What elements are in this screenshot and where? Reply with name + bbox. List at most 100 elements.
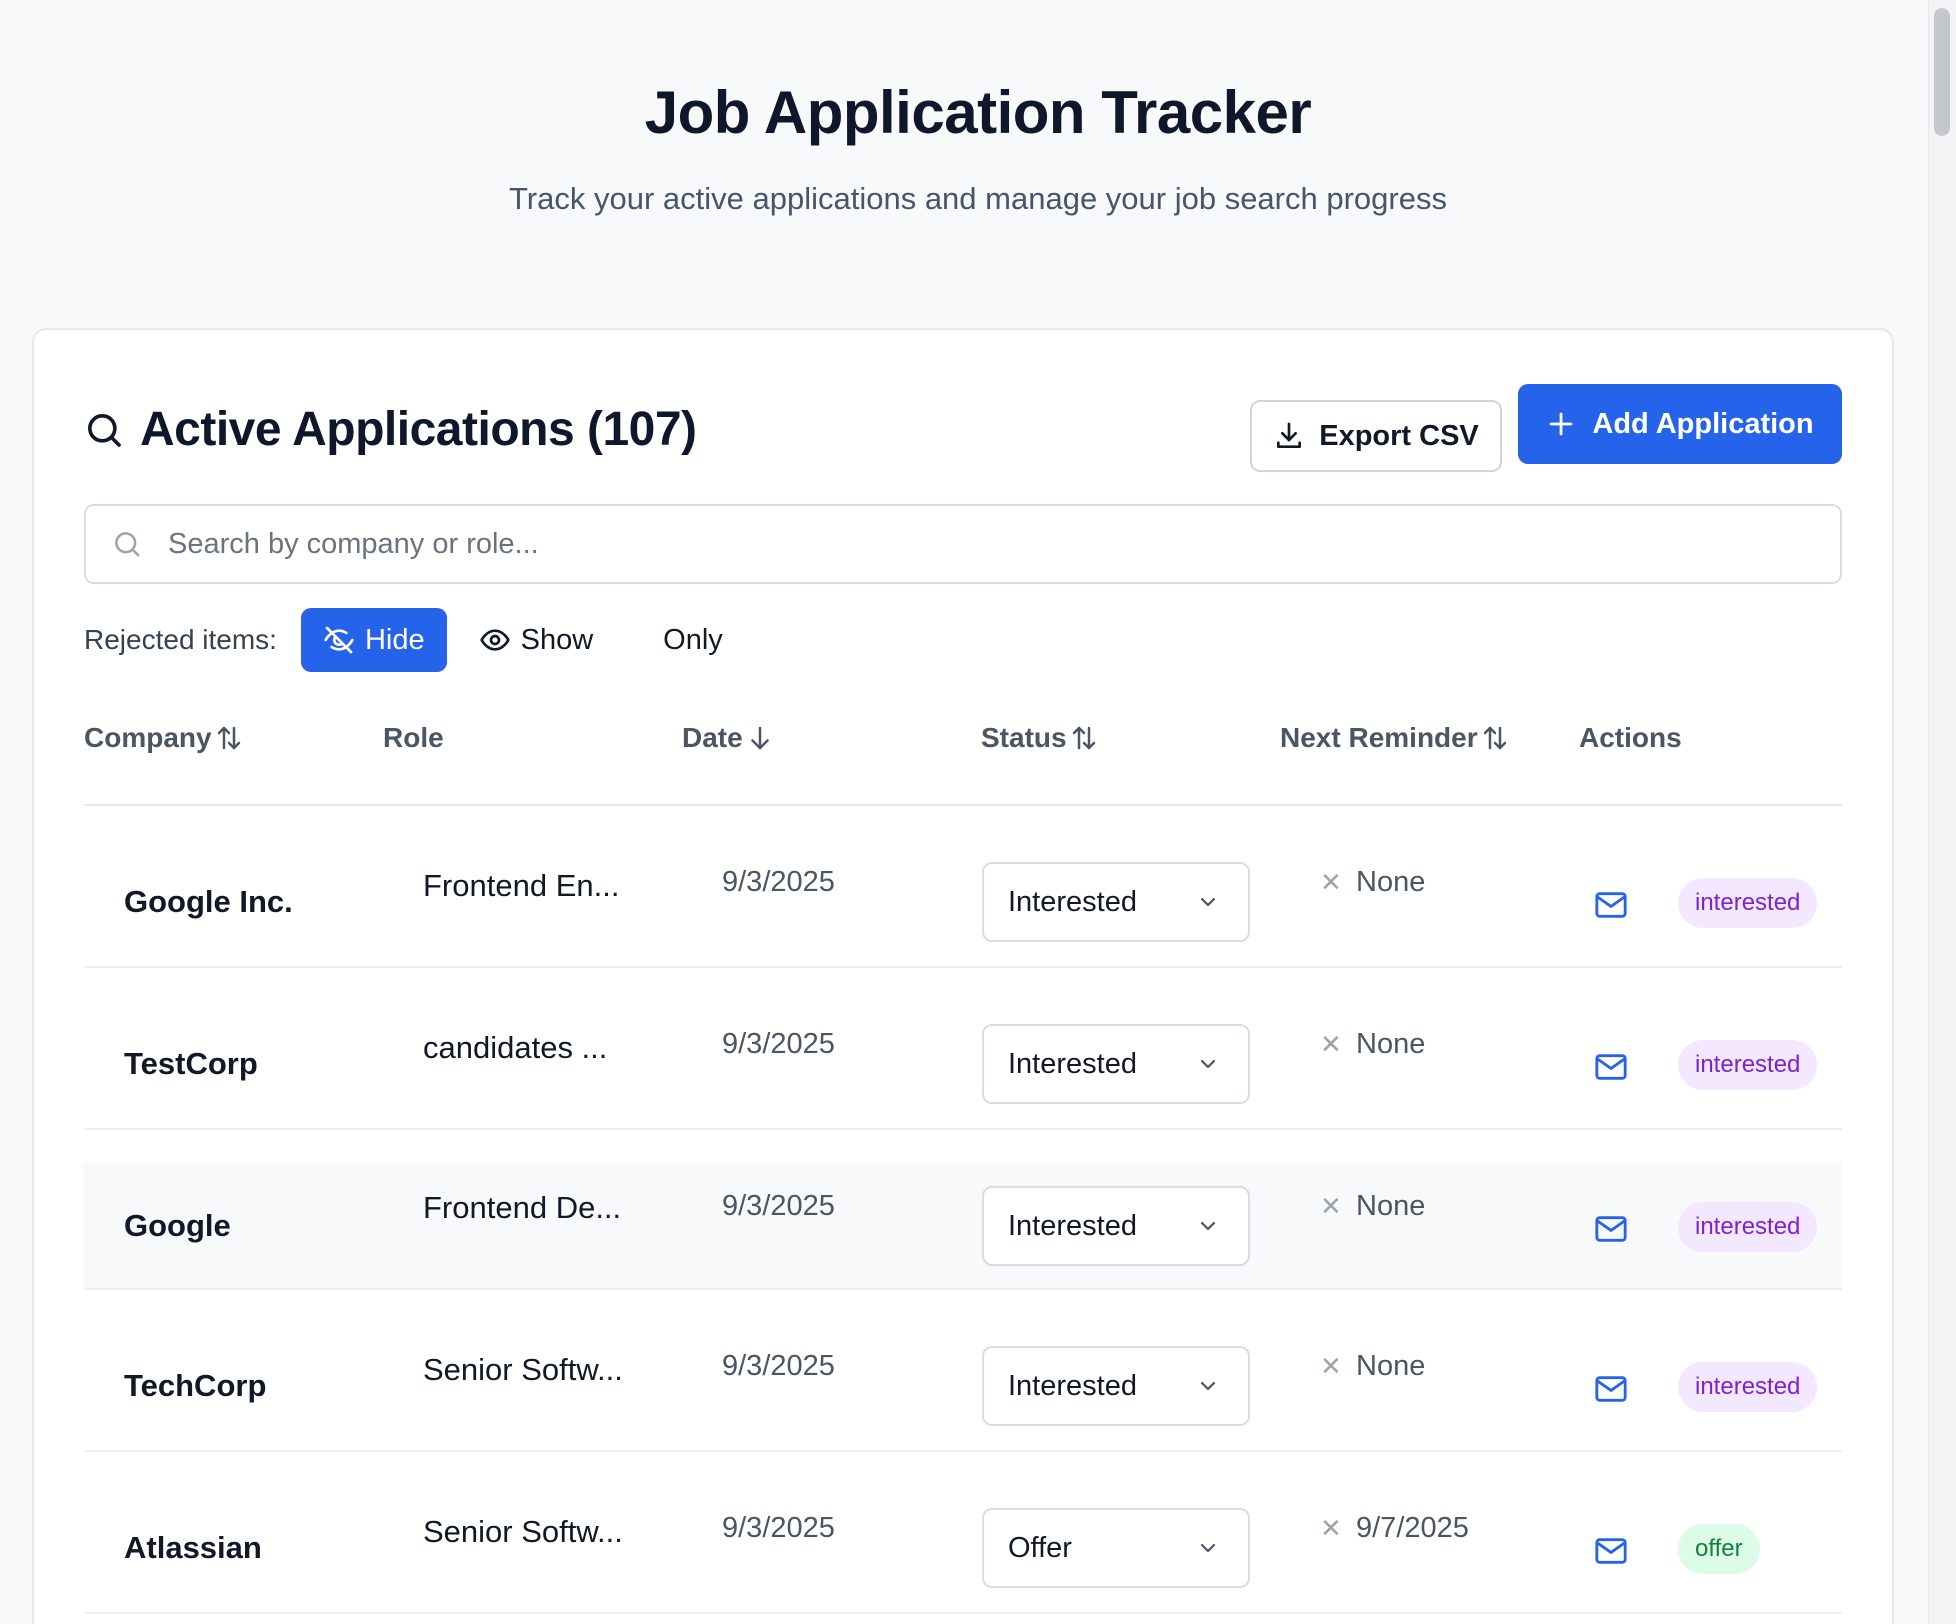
rejected-filter-label: Rejected items:: [84, 624, 277, 655]
plus-icon: [1550, 412, 1573, 436]
sort-arrows-icon: [1483, 726, 1506, 750]
status-value: Interested: [1008, 1369, 1137, 1402]
status-value: Interested: [1008, 1047, 1137, 1080]
search-input[interactable]: [168, 527, 1768, 561]
chevron-down-icon: [1200, 1221, 1216, 1231]
role-cell: candidates ...: [423, 1030, 608, 1065]
applications-table: Company Role Date Status Next Reminder A…: [84, 708, 1842, 1614]
applications-card: Active Applications (107) Export CSV Add…: [32, 328, 1894, 1624]
reminder-cell: ✕ None: [1320, 1350, 1425, 1383]
add-application-label: Add Application: [1592, 407, 1814, 440]
chevron-down-icon: [1200, 1059, 1216, 1069]
chevron-down-icon: [1200, 1381, 1216, 1391]
column-header-actions: Actions: [1579, 722, 1682, 754]
column-header-date[interactable]: Date: [682, 722, 775, 754]
date-cell: 9/3/2025: [722, 1190, 835, 1222]
status-select[interactable]: Offer: [982, 1508, 1250, 1588]
x-icon[interactable]: ✕: [1320, 1513, 1342, 1544]
table-row[interactable]: TestCorp candidates ... 9/3/2025 Interes…: [84, 968, 1842, 1130]
export-csv-button[interactable]: Export CSV: [1250, 400, 1502, 472]
company-cell: TechCorp: [124, 1368, 267, 1403]
search-icon: [88, 413, 121, 447]
card-title: Active Applications (107): [140, 403, 697, 456]
x-icon[interactable]: ✕: [1320, 867, 1342, 898]
page-scrollbar[interactable]: [1928, 0, 1956, 1624]
status-value: Offer: [1008, 1531, 1072, 1564]
status-badge: interested: [1678, 1040, 1818, 1090]
status-select[interactable]: Interested: [982, 1186, 1250, 1266]
column-header-company[interactable]: Company: [84, 722, 244, 754]
filter-hide-label: Hide: [364, 623, 425, 656]
column-header-status[interactable]: Status: [981, 722, 1099, 754]
column-header-label: Actions: [1579, 722, 1682, 753]
reminder-value: None: [1356, 866, 1426, 898]
column-header-label: Date: [682, 722, 743, 753]
date-cell: 9/3/2025: [722, 1350, 835, 1382]
date-cell: 9/3/2025: [722, 1028, 835, 1060]
x-icon[interactable]: ✕: [1320, 1191, 1342, 1222]
status-badge: interested: [1678, 1362, 1818, 1412]
status-select[interactable]: Interested: [982, 1346, 1250, 1426]
column-header-label: Next Reminder: [1280, 722, 1478, 753]
scrollbar-thumb[interactable]: [1934, 8, 1950, 136]
eye-icon: [479, 629, 510, 651]
page-subtitle: Track your active applications and manag…: [509, 181, 1447, 216]
filter-only-label: Only: [663, 623, 723, 656]
arrow-down-icon: [750, 726, 769, 750]
company-cell: Google Inc.: [124, 884, 293, 919]
reminder-value: 9/7/2025: [1356, 1512, 1469, 1544]
reminder-cell: ✕ None: [1320, 866, 1425, 899]
add-application-button[interactable]: Add Application: [1518, 384, 1842, 464]
status-value: Interested: [1008, 1209, 1137, 1242]
company-cell: Atlassian: [124, 1530, 262, 1565]
column-header-label: Role: [383, 722, 444, 753]
mail-icon[interactable]: [1594, 1052, 1628, 1082]
table-row[interactable]: Google Frontend De... 9/3/2025 Intereste…: [84, 1162, 1842, 1290]
column-header-label: Status: [981, 722, 1067, 753]
reminder-cell: ✕ None: [1320, 1028, 1425, 1061]
column-header-label: Company: [84, 722, 212, 753]
column-header-role: Role: [383, 722, 444, 754]
eye-off-icon: [324, 626, 354, 654]
date-cell: 9/3/2025: [722, 1512, 835, 1544]
search-box: [84, 504, 1842, 584]
role-cell: Frontend De...: [423, 1190, 622, 1225]
card-header: Active Applications (107) Export CSV Add…: [84, 376, 1842, 472]
table-row[interactable]: TechCorp Senior Softw... 9/3/2025 Intere…: [84, 1290, 1842, 1452]
search-icon: [115, 532, 140, 557]
download-icon: [1277, 422, 1302, 448]
table-header: Company Role Date Status Next Reminder A…: [84, 708, 1842, 806]
filter-only-button[interactable]: Only: [639, 608, 747, 672]
x-icon[interactable]: ✕: [1320, 1351, 1342, 1382]
filter-hide-button[interactable]: Hide: [300, 608, 447, 672]
company-cell: Google: [124, 1208, 231, 1243]
status-select[interactable]: Interested: [982, 1024, 1250, 1104]
rejected-filter: Rejected items: Hide Show Only: [84, 608, 755, 672]
status-select[interactable]: Interested: [982, 862, 1250, 942]
mail-icon[interactable]: [1594, 1374, 1628, 1404]
reminder-value: None: [1356, 1350, 1426, 1382]
reminder-value: None: [1356, 1028, 1426, 1060]
role-cell: Senior Softw...: [423, 1514, 623, 1549]
filter-show-button[interactable]: Show: [455, 608, 618, 672]
sort-arrows-icon: [1072, 726, 1095, 750]
table-row[interactable]: Atlassian Senior Softw... 9/3/2025 Offer…: [84, 1452, 1842, 1614]
x-icon[interactable]: ✕: [1320, 1029, 1342, 1060]
export-csv-label: Export CSV: [1319, 419, 1479, 452]
filter-show-label: Show: [520, 623, 594, 656]
chevron-down-icon: [1200, 897, 1216, 907]
role-cell: Senior Softw...: [423, 1352, 623, 1387]
mail-icon[interactable]: [1594, 890, 1628, 920]
page-header: Job Application Tracker Track your activ…: [0, 0, 1956, 217]
mail-icon[interactable]: [1594, 1214, 1628, 1244]
reminder-cell: ✕ 9/7/2025: [1320, 1512, 1469, 1545]
role-cell: Frontend En...: [423, 868, 620, 903]
column-header-next-reminder[interactable]: Next Reminder: [1280, 722, 1510, 754]
table-row[interactable]: Google Inc. Frontend En... 9/3/2025 Inte…: [84, 806, 1842, 968]
company-cell: TestCorp: [124, 1046, 258, 1081]
sort-arrows-icon: [217, 726, 240, 750]
status-badge: interested: [1678, 878, 1818, 928]
reminder-value: None: [1356, 1190, 1426, 1222]
page-title: Job Application Tracker: [644, 79, 1312, 146]
mail-icon[interactable]: [1594, 1536, 1628, 1566]
